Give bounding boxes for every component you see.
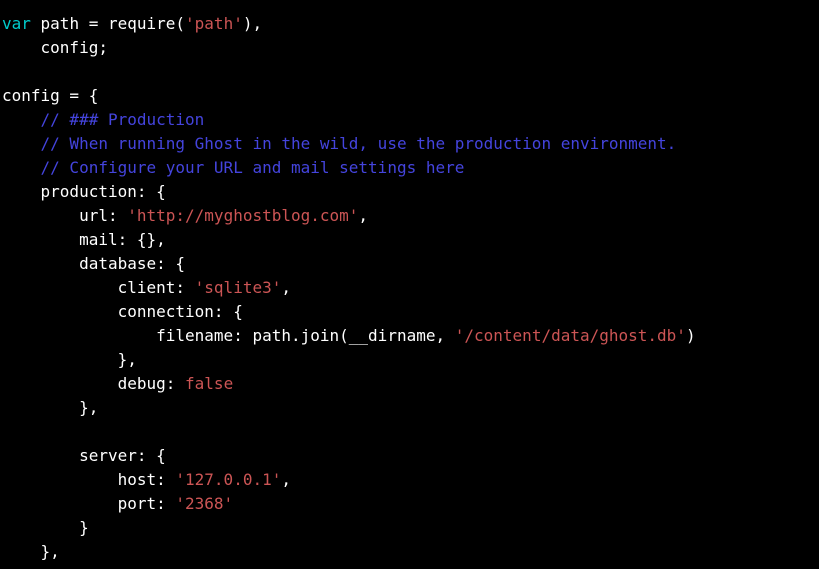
comment: // ### Production xyxy=(2,110,204,129)
code-text: path = require( xyxy=(31,14,185,33)
code-block: var path = require('path'), config; conf… xyxy=(2,12,817,564)
code-text: debug: xyxy=(2,374,185,393)
string-literal: '127.0.0.1' xyxy=(175,470,281,489)
code-text: database: { xyxy=(2,254,185,273)
code-text: connection: { xyxy=(2,302,243,321)
string-literal: '/content/data/ghost.db' xyxy=(455,326,686,345)
code-text: port: xyxy=(2,494,175,513)
code-text: , xyxy=(358,206,368,225)
string-literal: 'sqlite3' xyxy=(195,278,282,297)
code-text: url: xyxy=(2,206,127,225)
code-text: mail: {}, xyxy=(2,230,166,249)
comment: // When running Ghost in the wild, use t… xyxy=(2,134,676,153)
code-text: filename: path.join(__dirname, xyxy=(2,326,455,345)
code-text: host: xyxy=(2,470,175,489)
string-literal: 'http://myghostblog.com' xyxy=(127,206,358,225)
code-text: }, xyxy=(2,398,98,417)
comment: // Configure your URL and mail settings … xyxy=(2,158,464,177)
code-text: ), xyxy=(243,14,262,33)
code-text: config = { xyxy=(2,86,98,105)
code-text: production: { xyxy=(2,182,166,201)
code-text: , xyxy=(281,278,291,297)
string-literal: 'path' xyxy=(185,14,243,33)
code-text: }, xyxy=(2,542,60,561)
code-text: }, xyxy=(2,350,137,369)
string-literal: '2368' xyxy=(175,494,233,513)
literal-false: false xyxy=(185,374,233,393)
code-text: server: { xyxy=(2,446,166,465)
code-text: config; xyxy=(2,38,108,57)
code-text: client: xyxy=(2,278,195,297)
code-text: } xyxy=(2,518,89,537)
keyword-var: var xyxy=(2,14,31,33)
code-text: , xyxy=(281,470,291,489)
code-text: ) xyxy=(686,326,696,345)
